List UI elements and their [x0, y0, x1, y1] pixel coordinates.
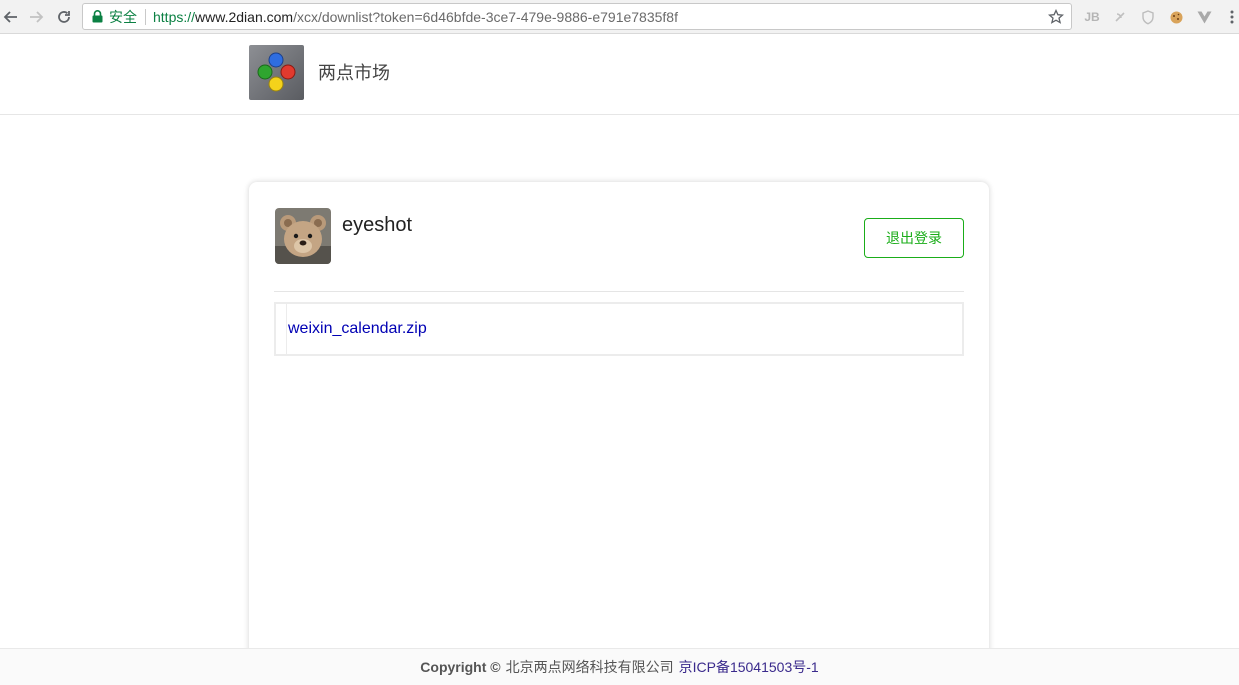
list-item: weixin_calendar.zip [286, 304, 427, 354]
site-header: 两点市场 [0, 35, 1239, 115]
file-download-link[interactable]: weixin_calendar.zip [288, 320, 427, 338]
footer-copyright: Copyright © [420, 659, 501, 675]
bookmark-star-icon[interactable] [1047, 8, 1065, 26]
username: eyeshot [342, 214, 413, 236]
secure-label: 安全 [109, 8, 137, 25]
logout-button[interactable]: 退出登录 [864, 218, 964, 258]
browser-toolbar: 安全 https://www.2dian.com/xcx/downlist?to… [0, 0, 1239, 34]
url-host: www.2dian.com [195, 8, 294, 25]
url-scheme: https:// [153, 8, 196, 25]
shield-extension-icon[interactable] [1134, 6, 1162, 28]
address-separator [145, 8, 146, 25]
user-avatar [275, 208, 331, 264]
address-bar[interactable]: 安全 https://www.2dian.com/xcx/downlist?to… [82, 3, 1072, 30]
jetbrains-extension-icon[interactable]: JB [1078, 6, 1106, 28]
browser-menu-icon[interactable] [1218, 6, 1239, 28]
vue-devtools-icon[interactable] [1190, 6, 1218, 28]
footer-company: 北京两点网络科技有限公司 [505, 659, 674, 675]
url-text[interactable]: https://www.2dian.com/xcx/downlist?token… [153, 9, 678, 25]
site-footer: Copyright © 北京两点网络科技有限公司 京ICP备15041503号-… [0, 648, 1239, 685]
url-path: /xcx/downlist?token=6d46bfde-3ce7-479e-9… [293, 8, 678, 25]
site-title[interactable]: 两点市场 [318, 59, 390, 85]
file-list: weixin_calendar.zip [274, 302, 964, 356]
lock-icon [92, 10, 104, 24]
footer-icp-link[interactable]: 京ICP备15041503号-1 [679, 657, 819, 677]
cookie-extension-icon[interactable] [1162, 6, 1190, 28]
site-logo[interactable] [249, 45, 304, 100]
download-list-card: eyeshot 退出登录 weixin_calendar.zip [249, 182, 989, 682]
extension-icons: JB [1078, 6, 1239, 28]
mute-extension-icon[interactable] [1106, 6, 1134, 28]
back-arrow-icon[interactable] [0, 6, 22, 28]
divider [274, 291, 964, 292]
reload-icon[interactable] [53, 6, 75, 28]
forward-arrow-icon[interactable] [25, 6, 47, 28]
